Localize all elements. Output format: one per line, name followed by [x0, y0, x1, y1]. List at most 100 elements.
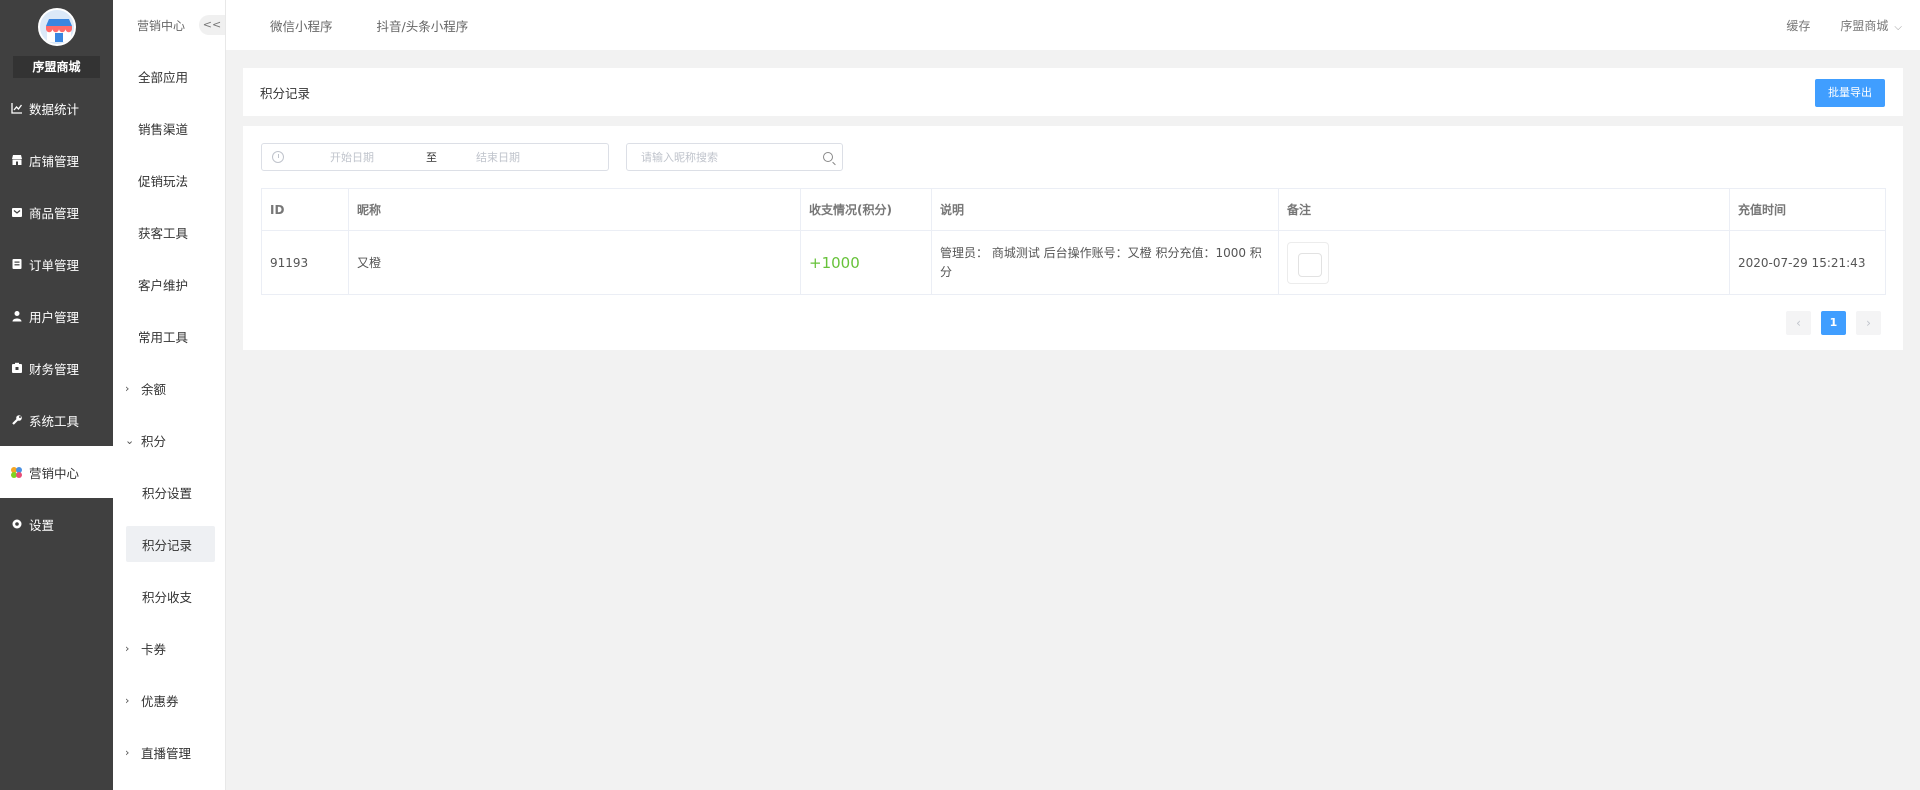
column-header-recharge-time: 充值时间: [1729, 188, 1886, 231]
sub-nav: 全部应用 销售渠道 促销玩法 获客工具 客户维护 常用工具 › 余额 ⌄ 积分 积分…: [113, 50, 225, 778]
nav-item-label: 商品管理: [29, 205, 80, 221]
subnav-group-live[interactable]: › 直播管理: [113, 726, 225, 778]
gear-icon: [10, 518, 23, 531]
image-placeholder-icon[interactable]: [1287, 241, 1329, 284]
cache-button[interactable]: 缓存: [1786, 17, 1810, 34]
subnav-label: 积分: [141, 433, 167, 449]
tab-wechat-miniprogram[interactable]: 微信小程序: [270, 16, 333, 35]
sub-sidebar-header: 营销中心 <<: [113, 0, 225, 50]
nav-item-finance[interactable]: 财务管理: [0, 342, 113, 394]
chevron-down-icon: ⌄: [125, 433, 135, 447]
end-date-input[interactable]: 结束日期: [476, 149, 520, 165]
chart-icon: [10, 102, 23, 115]
shop-logo[interactable]: [38, 8, 76, 46]
subnav-group-cards[interactable]: › 卡券: [113, 622, 225, 674]
nav-item-stats[interactable]: 数据统计: [0, 82, 113, 134]
cell-description: 管理员： 商城测试 后台操作账号：又橙 积分充值：1000 积分: [931, 230, 1279, 295]
subnav-label: 常用工具: [138, 329, 189, 345]
subnav-item-promotions[interactable]: 促销玩法: [113, 154, 225, 206]
nickname-search-input[interactable]: 请输入昵称搜索: [626, 143, 843, 171]
column-header-points-change: 收支情况(积分): [800, 188, 932, 231]
chevron-right-icon: ›: [125, 641, 130, 655]
nav-item-label: 订单管理: [29, 257, 80, 273]
prev-page-button[interactable]: ‹: [1786, 311, 1811, 335]
nav-item-tools[interactable]: 系统工具: [0, 394, 113, 446]
column-header-nickname: 昵称: [348, 188, 801, 231]
nav-item-label: 用户管理: [29, 309, 80, 325]
box-icon: [10, 206, 23, 219]
tab-douyin-miniprogram[interactable]: 抖音/头条小程序: [377, 16, 469, 35]
subnav-label: 促销玩法: [138, 173, 189, 189]
subnav-group-balance[interactable]: › 余额: [113, 362, 225, 414]
records-table: ID 昵称 收支情况(积分) 说明 备注 充值时间 91193 又橙 +1000…: [261, 188, 1886, 295]
column-header-note: 备注: [1278, 188, 1730, 231]
date-range-picker[interactable]: 开始日期 至 结束日期: [261, 143, 609, 171]
main-nav: 数据统计 店铺管理 商品管理 订单管理 用户管理 财务管理 系统工具 营销中心: [0, 82, 113, 550]
range-separator: 至: [426, 151, 437, 164]
page-header: 积分记录 批量导出: [243, 68, 1903, 116]
subnav-label: 销售渠道: [138, 121, 189, 137]
subnav-label: 直播管理: [141, 745, 192, 761]
nav-item-label: 财务管理: [29, 361, 80, 377]
wallet-icon: [10, 362, 23, 375]
subnav-item-points-income[interactable]: 积分收支: [113, 570, 225, 622]
nav-item-marketing[interactable]: 营销中心: [0, 446, 113, 498]
nav-item-label: 营销中心: [29, 465, 80, 481]
next-page-button[interactable]: ›: [1856, 311, 1881, 335]
shop-name-badge: 序盟商城: [13, 56, 100, 78]
column-header-id: ID: [261, 188, 349, 231]
table-header-row: ID 昵称 收支情况(积分) 说明 备注 充值时间: [261, 188, 1886, 231]
page-number-current[interactable]: 1: [1821, 311, 1846, 335]
user-name: 序盟商城: [1840, 18, 1889, 33]
top-bar: 微信小程序 抖音/头条小程序 缓存 序盟商城 ⌵: [226, 0, 1920, 50]
pagination: ‹ 1 ›: [1776, 311, 1881, 335]
marketing-icon: [10, 466, 23, 479]
nav-item-settings[interactable]: 设置: [0, 498, 113, 550]
description-text: 管理员： 商城测试 后台操作账号：又橙 积分充值：1000 积分: [940, 245, 1262, 279]
chevron-down-icon: ⌵: [1894, 21, 1902, 33]
records-panel: 开始日期 至 结束日期 请输入昵称搜索 ID 昵称 收支情况(积分) 说明 备注…: [243, 126, 1903, 350]
table-row: 91193 又橙 +1000 管理员： 商城测试 后台操作账号：又橙 积分充值：…: [261, 230, 1886, 295]
search-icon[interactable]: [823, 152, 833, 162]
batch-export-button[interactable]: 批量导出: [1815, 79, 1885, 107]
nav-item-products[interactable]: 商品管理: [0, 186, 113, 238]
subnav-item-customer-care[interactable]: 客户维护: [113, 258, 225, 310]
start-date-input[interactable]: 开始日期: [330, 149, 426, 165]
user-icon: [10, 310, 23, 323]
subnav-item-sales-channels[interactable]: 销售渠道: [113, 102, 225, 154]
subnav-group-coupons[interactable]: › 优惠券: [113, 674, 225, 726]
subnav-label: 全部应用: [138, 69, 189, 85]
chevron-right-icon: ›: [125, 745, 130, 759]
clock-icon: [272, 151, 284, 163]
nav-item-orders[interactable]: 订单管理: [0, 238, 113, 290]
main-sidebar: 序盟商城 数据统计 店铺管理 商品管理 订单管理 用户管理 财务管理 系统工具 …: [0, 0, 113, 790]
subnav-label: 积分收支: [142, 589, 193, 605]
sub-sidebar-title: 营销中心: [137, 18, 186, 33]
order-icon: [10, 258, 23, 271]
subnav-label: 优惠券: [141, 693, 179, 709]
nav-item-store[interactable]: 店铺管理: [0, 134, 113, 186]
cell-nickname: 又橙: [348, 230, 801, 295]
page-title: 积分记录: [260, 85, 311, 101]
subnav-label: 获客工具: [138, 225, 189, 241]
subnav-item-acquisition[interactable]: 获客工具: [113, 206, 225, 258]
subnav-group-points[interactable]: ⌄ 积分: [113, 414, 225, 466]
subnav-item-points-records[interactable]: 积分记录: [113, 518, 225, 570]
subnav-item-points-settings[interactable]: 积分设置: [113, 466, 225, 518]
subnav-item-all-apps[interactable]: 全部应用: [113, 50, 225, 102]
wrench-icon: [10, 414, 23, 427]
user-menu[interactable]: 序盟商城 ⌵: [1840, 17, 1902, 34]
nav-item-label: 设置: [29, 517, 55, 533]
collapse-button[interactable]: <<: [199, 15, 225, 35]
chevron-right-icon: ›: [125, 381, 130, 395]
store-icon: [10, 154, 23, 167]
logo-area: 序盟商城: [0, 0, 113, 82]
subnav-label: 客户维护: [138, 277, 189, 293]
subnav-item-common-tools[interactable]: 常用工具: [113, 310, 225, 362]
top-bar-right: 缓存 序盟商城 ⌵: [1786, 17, 1920, 34]
points-change-value: +1000: [809, 253, 860, 272]
nav-item-users[interactable]: 用户管理: [0, 290, 113, 342]
cell-note: [1278, 230, 1730, 295]
subnav-label: 积分设置: [142, 485, 193, 501]
sub-sidebar: 营销中心 << 全部应用 销售渠道 促销玩法 获客工具 客户维护 常用工具 › 余…: [113, 0, 226, 790]
